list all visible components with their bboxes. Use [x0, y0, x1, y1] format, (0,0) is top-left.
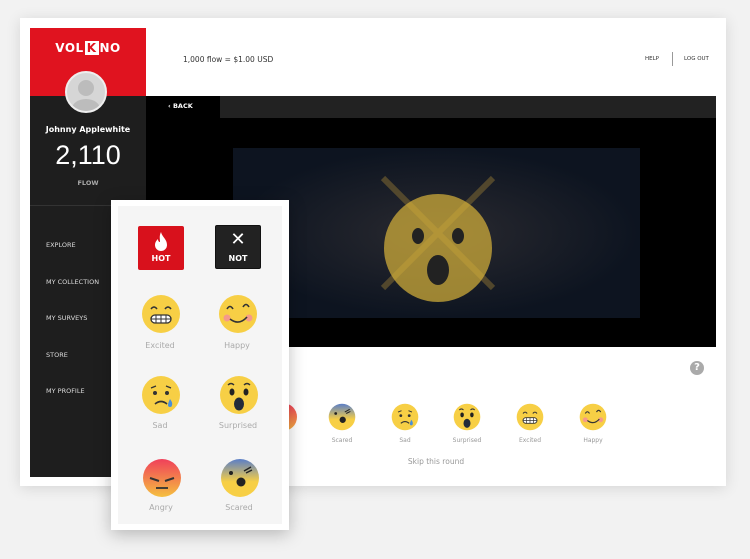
sidebar-item-my-profile[interactable]: MY PROFILE [46, 387, 85, 395]
not-button[interactable]: ✕ NOT [215, 225, 261, 269]
avatar[interactable] [65, 71, 107, 113]
reaction-label: Scared [225, 503, 253, 512]
reaction-label: Surprised [452, 437, 482, 444]
question-icon[interactable]: ? [690, 361, 704, 375]
skip-round-link[interactable]: Skip this round [386, 457, 486, 466]
sidebar-item-my-collection[interactable]: MY COLLECTION [46, 278, 99, 286]
reaction-label: Surprised [218, 421, 258, 430]
video-player[interactable] [233, 148, 640, 318]
happy-icon[interactable] [579, 403, 607, 435]
video-toolbar [220, 96, 716, 118]
reaction-popup: HOT ✕ NOT Excited Happy Sad Surprised An… [111, 200, 289, 530]
logout-link[interactable]: LOG OUT [684, 56, 709, 62]
reaction-label: Sad [399, 437, 411, 444]
excited-icon[interactable] [141, 294, 181, 338]
sidebar-item-my-surveys[interactable]: MY SURVEYS [46, 314, 87, 322]
flow-balance: 2,110 [55, 140, 121, 170]
happy-icon[interactable] [218, 294, 258, 338]
logo[interactable]: VOL K NO [30, 41, 146, 55]
reaction-label: Excited [145, 341, 175, 350]
sidebar-item-explore[interactable]: EXPLORE [46, 241, 76, 249]
surprised-overlay-icon [380, 175, 496, 302]
scared-icon[interactable] [328, 403, 356, 435]
reaction-label: Excited [518, 437, 542, 444]
reaction-label: Sad [152, 421, 168, 430]
angry-icon[interactable] [142, 458, 182, 502]
reaction-label: Scared [331, 437, 353, 444]
flame-icon [155, 232, 167, 251]
reaction-label: Angry [149, 503, 173, 512]
help-link[interactable]: HELP [645, 56, 659, 62]
sad-icon[interactable] [391, 403, 419, 435]
sidebar-item-store[interactable]: STORE [46, 351, 68, 359]
hot-button[interactable]: HOT [138, 226, 184, 270]
surprised-icon[interactable] [453, 403, 481, 435]
reaction-label: Happy [224, 341, 250, 350]
flow-label: FLOW [77, 179, 99, 187]
surprised-icon[interactable] [219, 375, 259, 419]
excited-icon[interactable] [516, 403, 544, 435]
back-button[interactable]: ‹ BACK [168, 102, 193, 110]
reaction-label: Happy [583, 437, 603, 444]
user-name: Johnny Applewhite [45, 125, 131, 134]
flow-rate: 1,000 flow = $1.00 USD [183, 55, 274, 64]
close-icon: ✕ [230, 229, 246, 250]
divider [672, 52, 673, 66]
user-icon [72, 80, 100, 111]
scared-icon[interactable] [220, 458, 260, 502]
sad-icon[interactable] [141, 375, 181, 419]
